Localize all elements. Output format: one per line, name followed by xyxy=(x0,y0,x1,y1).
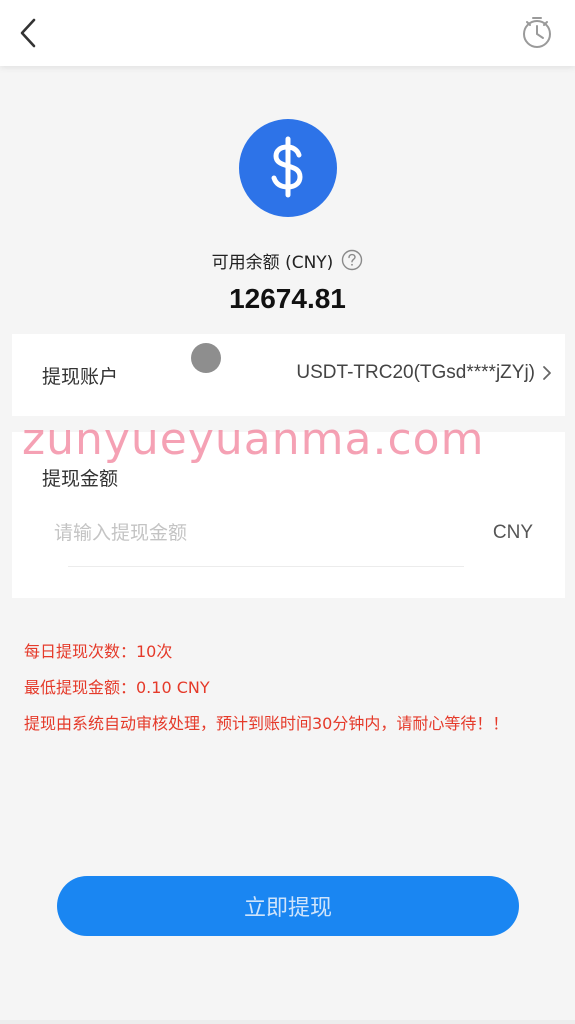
question-circle-icon[interactable] xyxy=(341,249,363,271)
note-daily-limit: 每日提现次数：10次 xyxy=(24,642,173,661)
top-nav-bar xyxy=(0,0,575,66)
note-min-amount: 最低提现金额：0.10 CNY xyxy=(24,678,210,697)
balance-label-row: 可用余额 (CNY) xyxy=(0,246,575,274)
balance-amount: 12674.81 xyxy=(229,283,346,314)
chevron-right-icon xyxy=(543,366,551,380)
withdraw-submit-button[interactable]: 立即提现 xyxy=(57,876,519,936)
bottom-edge xyxy=(0,1020,575,1024)
withdraw-history-button[interactable] xyxy=(519,14,555,50)
withdraw-notes: 每日提现次数：10次 最低提现金额：0.10 CNY 提现由系统自动审核处理，预… xyxy=(24,634,544,742)
amount-input[interactable] xyxy=(54,516,474,550)
chevron-left-icon xyxy=(20,18,36,48)
note-review: 提现由系统自动审核处理，预计到账时间30分钟内，请耐心等待！！ xyxy=(24,714,509,733)
account-value: USDT-TRC20(TGsd****jZYj) xyxy=(296,362,535,383)
back-button[interactable] xyxy=(14,14,44,52)
watermark: zunyueyuanma.com xyxy=(22,414,485,465)
currency-coin xyxy=(239,119,337,217)
withdraw-page: 可用余额 (CNY) 12674.81 提现账户 USDT-TRC20(TGsd… xyxy=(0,0,575,1024)
withdraw-account-selector[interactable]: 提现账户 USDT-TRC20(TGsd****jZYj) xyxy=(12,334,565,416)
clock-history-icon xyxy=(523,17,551,48)
floating-assistive-button[interactable] xyxy=(191,343,221,373)
balance-label: 可用余额 (CNY) xyxy=(211,252,334,273)
dollar-icon xyxy=(271,136,303,198)
amount-unit: CNY xyxy=(492,522,533,543)
amount-input-underline xyxy=(68,566,464,567)
account-value-row: USDT-TRC20(TGsd****jZYj) xyxy=(296,362,553,384)
account-label: 提现账户 xyxy=(42,366,119,388)
